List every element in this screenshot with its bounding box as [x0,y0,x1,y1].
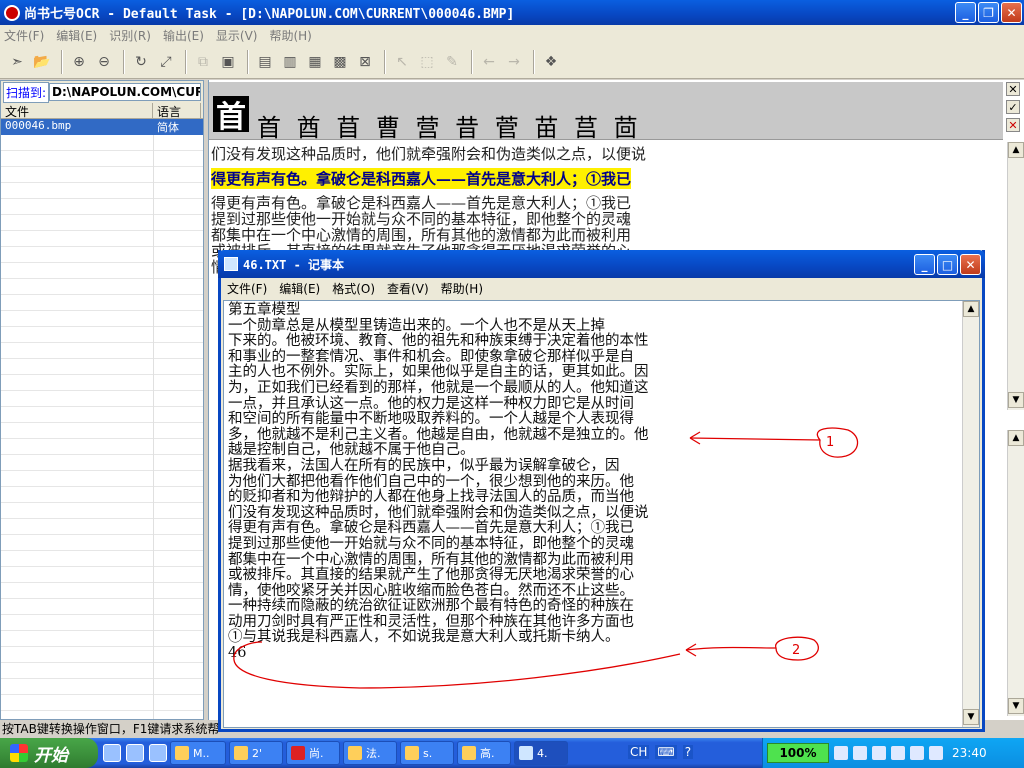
taskbar: 开始 M.. 2' 尚. 法. s. 高. 4. CH ⌨ ? 100% 23:… [0,738,1024,768]
taskbar-item-label: 高. [480,747,495,760]
app-icon [348,746,362,760]
ime-indicator[interactable]: CH ⌨ ? [628,745,694,759]
tray-app-icon[interactable] [910,746,924,760]
annotation-label-1: 1 [826,435,834,450]
taskbar-item-notepad[interactable]: 4. [514,741,568,765]
folder-icon [234,746,248,760]
volume-icon[interactable] [891,746,905,760]
quicklaunch-icon[interactable] [103,744,121,762]
taskbar-item[interactable]: 高. [457,741,511,765]
taskbar-item-label: 4. [537,746,548,760]
taskbar-item-label: 法. [366,747,381,760]
notepad-icon [519,746,533,760]
power-plug-icon[interactable] [834,746,848,760]
taskbar-item[interactable]: 尚. [286,741,340,765]
taskbar-item-label: M.. [193,746,210,760]
taskbar-item-label: 2' [252,746,263,760]
taskbar-item[interactable]: M.. [170,741,226,765]
taskbar-item[interactable]: 2' [229,741,283,765]
ime-language: CH [628,745,650,759]
start-label: 开始 [34,745,68,766]
taskbar-item[interactable]: 法. [343,741,397,765]
app-icon [462,746,476,760]
help-icon: ? [682,745,694,759]
taskbar-item[interactable]: s. [400,741,454,765]
annotation-label-2: 2 [792,643,800,658]
app-icon [405,746,419,760]
windows-logo-icon [10,744,28,762]
taskbar-item-label: s. [423,746,433,760]
clock[interactable]: 23:40 [952,746,987,760]
keyboard-icon: ⌨ [655,745,677,759]
system-tray: 100% 23:40 [762,738,1024,768]
status-bar: 按TAB键转换操作窗口，F1键请求系统帮助 [2,722,218,736]
ocr-app-icon [291,746,305,760]
battery-indicator[interactable]: 100% [767,743,829,763]
annotation-overlay: 1 2 [233,427,859,689]
annotation-arrow-2 [233,636,819,689]
browser-icon[interactable] [126,744,144,762]
taskbar-item-label: 尚. [309,747,324,760]
tray-app-icon[interactable] [929,746,943,760]
start-button[interactable]: 开始 [0,738,98,768]
tray-arrow-icon[interactable] [853,746,867,760]
quicklaunch-icon[interactable] [149,744,167,762]
app-icon [175,746,189,760]
network-icon[interactable] [872,746,886,760]
